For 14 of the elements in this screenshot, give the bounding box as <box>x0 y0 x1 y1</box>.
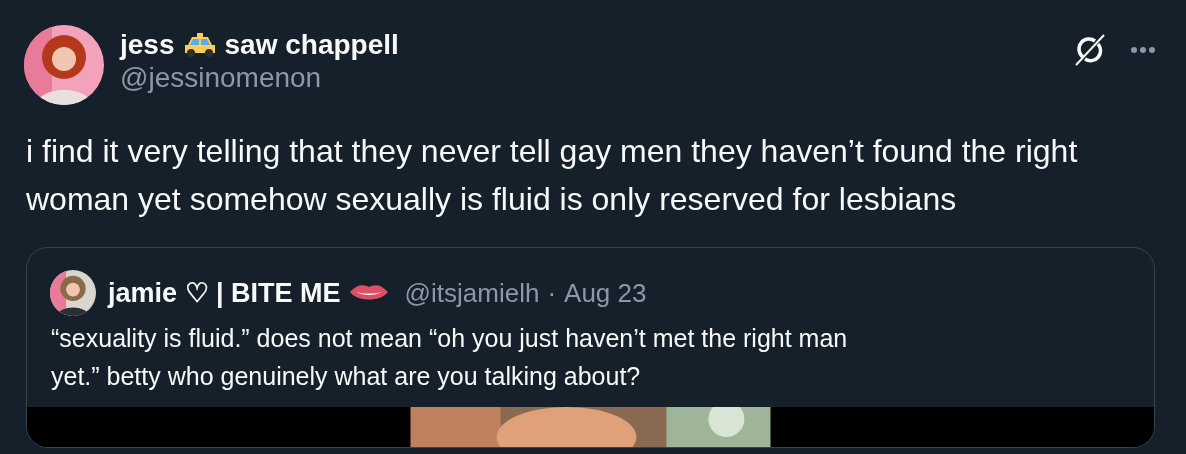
separator-dot: · <box>547 276 557 310</box>
avatar[interactable] <box>50 270 96 316</box>
more-icon[interactable] <box>1131 47 1155 53</box>
post-date[interactable]: Aug 23 <box>564 273 647 313</box>
display-name[interactable]: saw chappell <box>224 29 399 61</box>
quoted-tweet-card[interactable]: jamie ♡ | BITE ME @itsjamielh · Aug 23 “sexuality is fluid.” does not mean “oh you just haven’t met the right man yet.” betty who genuinely what are you talking about? <box>26 247 1155 448</box>
display-name: jamie ♡ | BITE ME <box>108 276 341 310</box>
taxi-icon <box>182 32 217 58</box>
quoted-tweet-text: “sexuality is fluid.” does not mean “oh you just haven’t met the right man yet.” betty who genuinely what are you talking about? <box>50 323 849 392</box>
display-name[interactable]: jess <box>120 29 175 61</box>
user-handle[interactable]: @itsjamielh <box>404 273 540 313</box>
grok-icon[interactable] <box>1073 33 1107 67</box>
tweet-text: i find it very telling that they never tell gay men they haven’t found the right woman yet somehow sexually is fluid is only reserved for lesbians <box>26 132 1079 219</box>
user-handle[interactable]: @jessinomenon <box>120 61 1073 95</box>
